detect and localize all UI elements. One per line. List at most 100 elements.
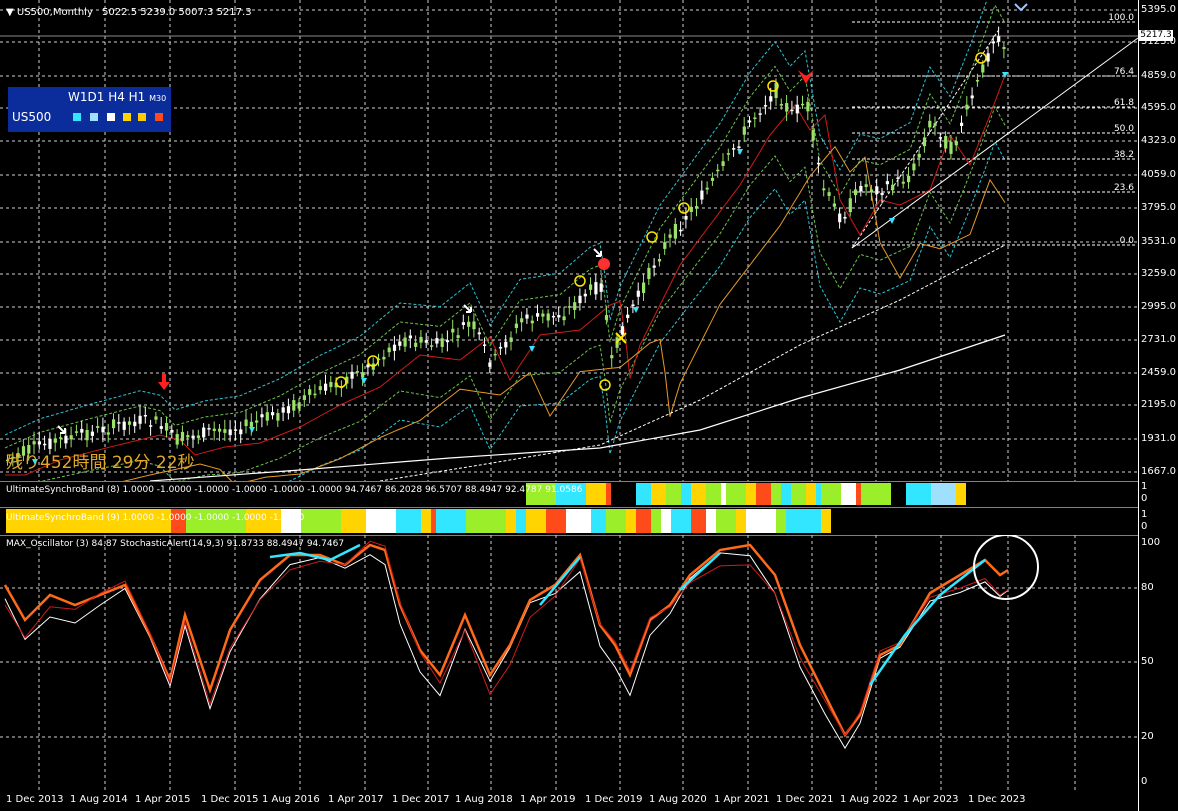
- band-cell: [396, 509, 421, 533]
- candle-body: [207, 428, 211, 430]
- candle-body: [854, 189, 858, 196]
- band-cell: [726, 483, 746, 505]
- candle-body: [212, 428, 216, 431]
- band-cell: [776, 509, 786, 533]
- price-axis-label: 4859.0: [1141, 70, 1176, 81]
- candle-body: [647, 267, 651, 279]
- candle-body: [811, 129, 815, 141]
- band-cell: [746, 509, 776, 533]
- candle-body: [716, 169, 720, 172]
- candle-body: [785, 103, 789, 112]
- candle-body: [477, 332, 481, 335]
- candle-body: [753, 117, 757, 120]
- tf-square-m15: [155, 113, 163, 121]
- price-chart-canvas[interactable]: 100.0 76.4 61.8 50.0 38.2 23.6 0.0: [0, 0, 1178, 481]
- band-cell: [891, 483, 906, 505]
- candle-body: [398, 341, 402, 346]
- candle-body: [536, 313, 540, 317]
- time-axis-label: 1 Apr 2017: [328, 794, 384, 805]
- price-axis-label: 1667.0: [1141, 466, 1176, 477]
- fibo-level-label: 61.8: [1114, 98, 1134, 108]
- white-arrow-marker: [57, 425, 66, 434]
- chart-menu-triangle-icon[interactable]: ▼: [6, 7, 14, 18]
- timeframe-widget: W1D1 H4 H1 M30 US500: [8, 87, 171, 132]
- candle-body: [684, 216, 688, 220]
- candle-body: [673, 223, 677, 239]
- candle-body: [880, 192, 884, 196]
- candle-body: [869, 189, 874, 193]
- time-axis-label: 1 Apr 2021: [714, 794, 770, 805]
- time-axis[interactable]: 1 Dec 2013 1 Aug 2014 1 Apr 2015 1 Dec 2015…: [0, 792, 1178, 811]
- band-cell: [651, 483, 666, 505]
- candle-body: [922, 137, 927, 147]
- candle-body: [689, 206, 693, 212]
- candle-body: [949, 141, 953, 154]
- candle-body: [467, 321, 471, 327]
- band-cell: [436, 509, 466, 533]
- time-axis-label: 1 Apr 2015: [135, 794, 191, 805]
- candle-body: [737, 146, 741, 148]
- time-axis-label: 1 Dec 2019: [585, 794, 643, 805]
- candle-body: [801, 103, 805, 106]
- band-cell: [681, 483, 691, 505]
- cyan-arrow-marker: [361, 378, 367, 384]
- band-cell: [841, 483, 856, 505]
- tf-square-m30: [138, 113, 146, 121]
- time-axis-label: 1 Aug 2022: [840, 794, 898, 805]
- candle-body: [186, 435, 190, 438]
- candle-body: [742, 126, 746, 135]
- band-cell: [781, 483, 791, 505]
- band2-scale-bottom: 0: [1141, 521, 1148, 532]
- candle-body: [986, 53, 990, 62]
- synchro-band-1-pane[interactable]: UltimateSynchroBand (8) 1.0000 -1.0000 -…: [0, 481, 1178, 507]
- signal-circle: [975, 52, 987, 64]
- red-chevron-marker: [798, 70, 814, 84]
- candle-body: [361, 372, 365, 378]
- candle-body: [700, 190, 704, 200]
- candle-body: [202, 427, 206, 438]
- candle-body: [424, 340, 428, 343]
- bar-countdown: 残り452時間 29分 22秒: [6, 453, 195, 473]
- signal-circle: [599, 379, 611, 391]
- candle-body: [180, 431, 185, 441]
- candle-body: [440, 338, 444, 347]
- synchro-band-2-pane[interactable]: UltimateSynchroBand (9) 1.0000 -1.0000 -…: [0, 507, 1178, 535]
- candle-body: [557, 315, 561, 318]
- band-cell: [956, 483, 966, 505]
- cyan-arrow-marker: [633, 307, 639, 313]
- time-axis-label: 1 Apr 2019: [520, 794, 576, 805]
- price-axis-label: 4059.0: [1141, 169, 1176, 180]
- candle-body: [196, 435, 200, 438]
- fibo-level-label: 100.0: [1108, 13, 1134, 23]
- candle-body: [562, 316, 566, 321]
- price-chart-pane[interactable]: 100.0 76.4 61.8 50.0 38.2 23.6 0.0 ▼ US500,Mon…: [0, 0, 1178, 481]
- candle-body: [589, 284, 593, 290]
- candle-body: [631, 304, 635, 307]
- candle-body: [970, 95, 974, 99]
- time-axis-label: 1 Apr 2023: [903, 794, 959, 805]
- band-cell: [566, 509, 591, 533]
- time-axis-label: 1 Dec 2023: [968, 794, 1026, 805]
- candle-body: [954, 141, 958, 146]
- candle-body: [514, 323, 518, 329]
- candle-body: [493, 353, 497, 356]
- band-cell: [431, 509, 436, 533]
- band-cell: [786, 509, 821, 533]
- candle-body: [710, 177, 715, 181]
- candle-body: [610, 355, 614, 359]
- candle-body: [170, 429, 174, 433]
- ma-red-line: [5, 74, 1006, 476]
- candle-body: [525, 314, 529, 319]
- price-axis-separator: [1138, 0, 1139, 811]
- candle-body: [504, 341, 508, 348]
- candle-body: [297, 402, 301, 409]
- candle-body: [933, 123, 937, 126]
- band-cell: [586, 483, 606, 505]
- candle-body: [37, 441, 41, 445]
- band-cell: [466, 509, 506, 533]
- candle-body: [488, 362, 492, 367]
- oscillator-pane[interactable]: MAX_Oscillator (3) 84.87 StochasticAlert…: [0, 535, 1178, 792]
- candle-body: [498, 346, 503, 349]
- candle-body: [387, 347, 391, 353]
- candle-body: [896, 177, 900, 179]
